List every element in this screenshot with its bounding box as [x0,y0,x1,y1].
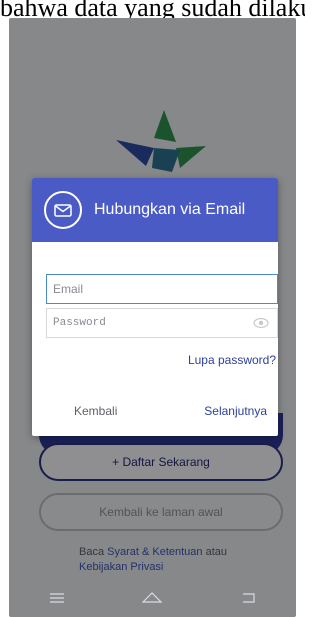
mail-icon [44,191,82,229]
next-button[interactable]: Selanjutnya [204,404,267,418]
home-icon[interactable] [132,590,172,606]
show-password-icon[interactable] [253,317,269,329]
menu-icon[interactable] [37,590,77,606]
email-placeholder: Email [53,282,84,296]
back-icon[interactable] [228,590,268,606]
back-button[interactable]: Kembali [74,404,117,418]
dialog-title: Hubungkan via Email [94,201,246,218]
system-nav-bar [9,579,296,617]
phone-screen: + Daftar Sekarang Kembali ke laman awal … [9,18,296,617]
password-placeholder: Password [53,317,106,329]
email-login-dialog: Hubungkan via Email Email Password Lupa … [32,178,278,436]
dialog-header: Hubungkan via Email [32,178,278,242]
password-field[interactable]: Password [46,308,278,338]
email-field[interactable]: Email [46,274,278,304]
forgot-password-link[interactable]: Lupa password? [188,353,276,367]
